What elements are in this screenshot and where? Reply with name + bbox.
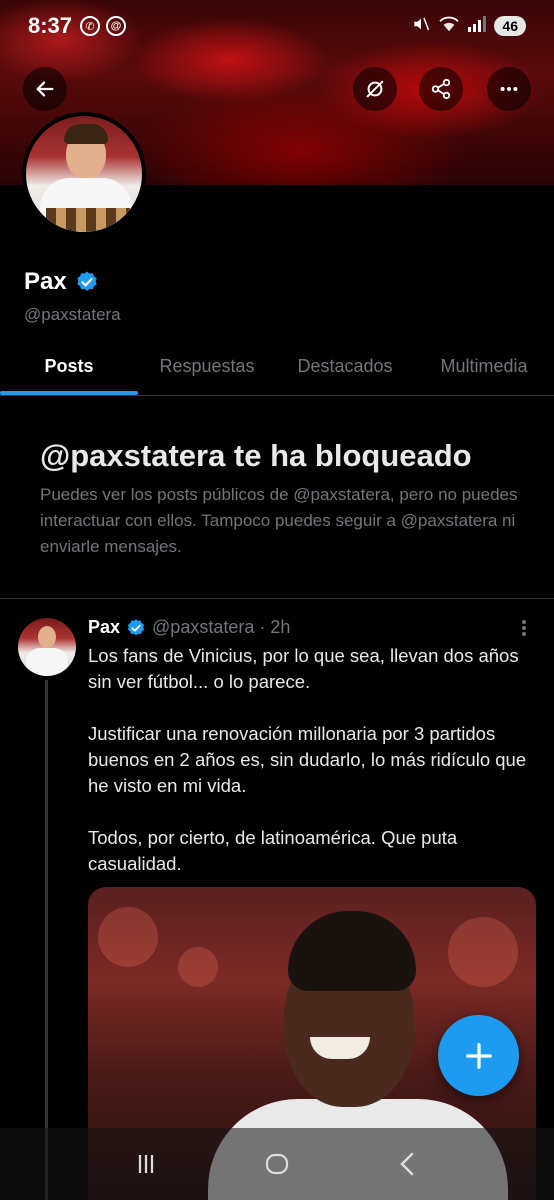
post-text: Los fans de Vinicius, por lo que sea, ll… bbox=[88, 643, 528, 903]
profile-tabs: Posts Respuestas Destacados Multimedia bbox=[0, 338, 554, 396]
mute-icon bbox=[412, 15, 430, 38]
post-avatar[interactable] bbox=[18, 618, 76, 676]
share-icon bbox=[431, 78, 451, 100]
thread-line bbox=[45, 680, 48, 1200]
verified-badge-icon[interactable] bbox=[75, 270, 99, 294]
post-more-button[interactable] bbox=[514, 617, 534, 639]
profile-avatar[interactable] bbox=[22, 112, 146, 236]
at-icon: @ bbox=[106, 16, 127, 36]
post-meta: @paxstatera · 2h bbox=[152, 617, 291, 637]
status-bar: 8:37 ✆ @ 46 bbox=[0, 0, 554, 52]
profile-name-row: Pax bbox=[24, 268, 99, 296]
tab-respuestas[interactable]: Respuestas bbox=[138, 338, 276, 395]
more-icon bbox=[500, 86, 518, 92]
back-icon bbox=[36, 81, 54, 97]
back-button[interactable] bbox=[23, 67, 67, 111]
tab-multimedia[interactable]: Multimedia bbox=[414, 338, 554, 395]
home-icon[interactable] bbox=[263, 1150, 291, 1178]
divider bbox=[0, 598, 554, 599]
blocked-description: Puedes ver los posts públicos de @paxsta… bbox=[40, 485, 518, 556]
wifi-icon bbox=[438, 15, 460, 38]
post-header: Pax @paxstatera · 2h bbox=[88, 617, 290, 638]
whatsapp-icon: ✆ bbox=[80, 16, 101, 36]
plus-icon bbox=[465, 1042, 492, 1069]
back-nav-icon[interactable] bbox=[394, 1150, 422, 1178]
tab-posts[interactable]: Posts bbox=[0, 338, 138, 395]
blocked-title: @paxstatera te ha bloqueado bbox=[40, 438, 472, 473]
post-paragraph: Los fans de Vinicius, por lo que sea, ll… bbox=[88, 645, 519, 692]
post-paragraph: Todos, por cierto, de latinoamérica. Que… bbox=[88, 827, 458, 874]
grok-icon bbox=[366, 80, 384, 98]
battery-indicator: 46 bbox=[494, 16, 526, 36]
system-nav-bar bbox=[0, 1128, 554, 1200]
profile-name: Pax bbox=[24, 268, 67, 295]
status-time: 8:37 bbox=[28, 13, 73, 38]
compose-button[interactable] bbox=[438, 1015, 519, 1096]
share-button[interactable] bbox=[419, 67, 463, 111]
more-options-button[interactable] bbox=[487, 67, 531, 111]
profile-handle: @paxstatera bbox=[24, 305, 121, 324]
post-paragraph: Justificar una renovación millonaria por… bbox=[88, 723, 527, 796]
verified-badge-icon bbox=[127, 618, 145, 635]
grok-button[interactable] bbox=[353, 67, 397, 111]
post-author-name[interactable]: Pax bbox=[88, 617, 120, 638]
signal-icon bbox=[468, 15, 487, 37]
tab-destacados[interactable]: Destacados bbox=[276, 338, 414, 395]
recent-apps-icon[interactable] bbox=[132, 1150, 160, 1178]
